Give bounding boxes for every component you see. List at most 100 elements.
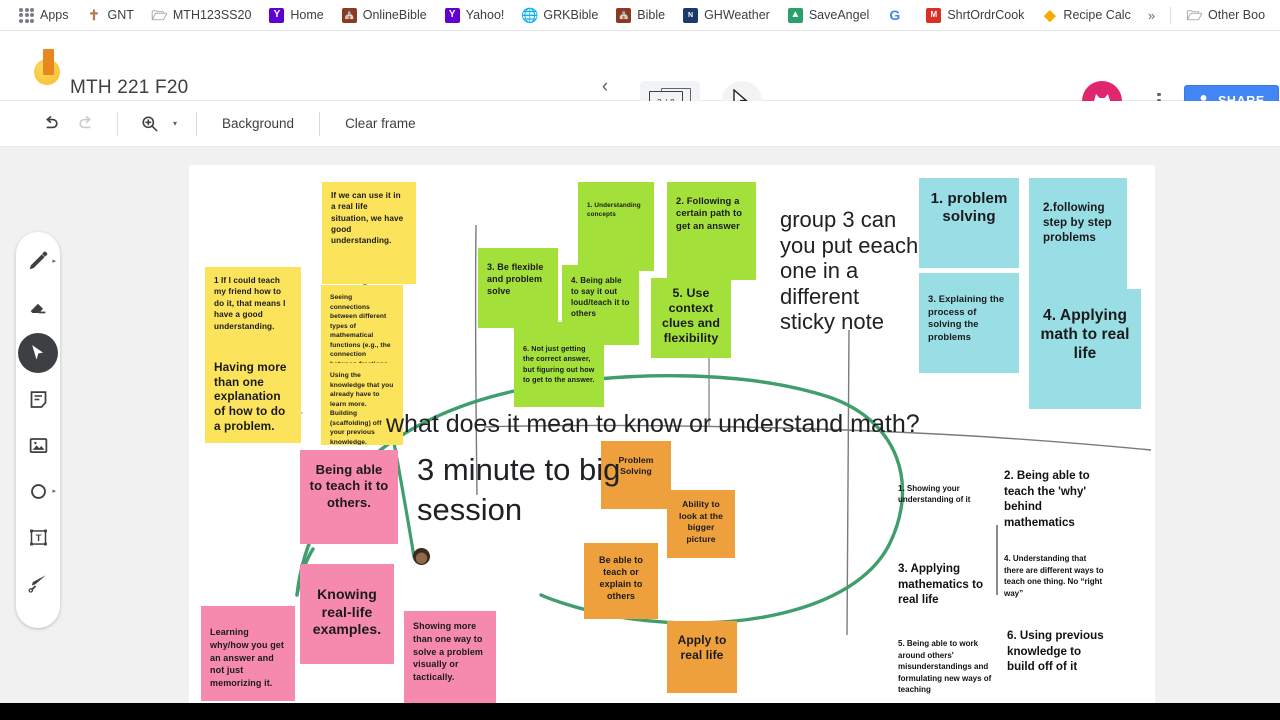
canvas-text[interactable]: 1. Showing your understanding of it bbox=[898, 483, 996, 505]
sticky-note-text: 5. Use context clues and flexibility bbox=[661, 286, 721, 346]
sticky-note-text: Apply to real life bbox=[677, 633, 727, 662]
bookmark-gnt[interactable]: ✝ GNT bbox=[78, 6, 143, 25]
sticky-note[interactable]: 6. Not just getting the correct answer, … bbox=[514, 322, 604, 407]
sticky-note[interactable]: Apply to real life bbox=[667, 621, 737, 693]
sticky-note-text: Showing more than one way to solve a pro… bbox=[413, 621, 484, 683]
bookmark-google[interactable]: G bbox=[878, 6, 917, 25]
page-title[interactable]: MTH 221 F20 bbox=[70, 77, 188, 99]
cross-icon: ✝ bbox=[88, 7, 100, 23]
bookmark-label: SaveAngel bbox=[808, 8, 870, 22]
sidebar-item-image-tool[interactable] bbox=[18, 425, 58, 465]
sticky-note[interactable]: 5. Use context clues and flexibility bbox=[651, 278, 731, 358]
bookmark-label: Recipe Calc bbox=[1063, 8, 1131, 22]
sidebar-item-sticky-note-tool[interactable] bbox=[18, 379, 58, 419]
sidebar-item-shape-tool[interactable]: ▸ bbox=[18, 471, 58, 511]
canvas-text-content: 6. Using previous knowledge to build off… bbox=[1007, 629, 1104, 674]
google-g-icon: G bbox=[889, 7, 901, 23]
sidebar-item-laser-tool[interactable] bbox=[18, 563, 58, 603]
sticky-note[interactable]: Learning why/how you get an answer and n… bbox=[201, 606, 295, 701]
sidebar-item-eraser-tool[interactable] bbox=[18, 287, 58, 327]
sticky-note[interactable]: 3. Explaining the process of solving the… bbox=[919, 273, 1019, 373]
canvas-text[interactable]: 2. Being able to teach the 'why' behind … bbox=[1004, 468, 1112, 531]
jamboard-logo-icon bbox=[30, 47, 66, 85]
canvas-text[interactable]: 5. Being able to work around others' mis… bbox=[898, 638, 1002, 696]
sidebar-item-pen-tool[interactable]: ▸ bbox=[18, 241, 58, 281]
sticky-note[interactable]: 3. Be flexible and problem solve bbox=[478, 248, 558, 328]
bookmark-shrtordrcook[interactable]: M ShrtOrdrCook bbox=[917, 6, 1033, 25]
canvas-text-content: 3 minute to big session bbox=[417, 452, 621, 528]
previous-frame-button[interactable]: ‹ bbox=[592, 74, 618, 100]
menu-card-icon: M bbox=[926, 7, 942, 23]
bible-door-icon: ⛪ bbox=[341, 7, 357, 23]
sticky-note[interactable]: Having more than one explanation of how … bbox=[205, 347, 301, 443]
bookmark-apps[interactable]: Apps bbox=[10, 6, 78, 25]
tool-rail: ▸ ▸ T bbox=[16, 232, 60, 628]
canvas-stage: ▸ ▸ T If we can use it in a real life si… bbox=[0, 147, 1280, 709]
pen-options-caret[interactable]: ▸ bbox=[52, 257, 56, 265]
bookmark-other-bookmarks[interactable]: 🗁 Other Boo bbox=[1178, 6, 1274, 25]
sticky-note-text: Seeing connections between different typ… bbox=[330, 294, 391, 367]
diamond-icon: ◆ bbox=[1044, 6, 1056, 24]
edit-toolbar: ▾ Background Clear frame bbox=[0, 101, 1280, 147]
undo-button[interactable] bbox=[32, 106, 68, 142]
zoom-dropdown-caret[interactable]: ▾ bbox=[167, 119, 183, 128]
canvas-text[interactable]: 3 minute to big session bbox=[417, 450, 687, 531]
zoom-button[interactable] bbox=[131, 106, 167, 142]
bookmark-recipe-calc[interactable]: ◆ Recipe Calc bbox=[1033, 6, 1139, 25]
sticky-note[interactable]: Showing more than one way to solve a pro… bbox=[404, 611, 496, 705]
bookmark-label: GRKBible bbox=[543, 8, 599, 22]
bookmark-label: OnlineBible bbox=[362, 8, 427, 22]
bookmark-label: Home bbox=[290, 8, 324, 22]
redo-button[interactable] bbox=[68, 106, 104, 142]
clear-frame-button[interactable]: Clear frame bbox=[333, 109, 428, 138]
bookmark-grkbible[interactable]: 🌐 GRKBible bbox=[513, 6, 607, 25]
sidebar-item-select-tool[interactable] bbox=[18, 333, 58, 373]
bookmark-ghweather[interactable]: N GHWeather bbox=[674, 6, 779, 25]
sidebar-item-text-box-tool[interactable]: T bbox=[18, 517, 58, 557]
sticky-note[interactable]: Being able to teach it to others. bbox=[300, 450, 398, 544]
shape-options-caret[interactable]: ▸ bbox=[52, 487, 56, 495]
bookmark-bible[interactable]: ⛪ Bible bbox=[607, 6, 674, 25]
canvas-text-content: 3. Applying mathematics to real life bbox=[898, 562, 984, 607]
sticky-note-text: Having more than one explanation of how … bbox=[214, 360, 287, 433]
canvas-text-content: what does it mean to know or understand … bbox=[386, 410, 920, 438]
bookmark-yahoo[interactable]: Y Yahoo! bbox=[436, 6, 514, 25]
bookmarks-overflow-button[interactable]: » bbox=[1140, 6, 1163, 25]
sticky-note-text: Knowing real-life examples. bbox=[312, 586, 382, 638]
toolbar-divider bbox=[319, 111, 321, 136]
cursor-icon bbox=[32, 345, 43, 360]
jamboard-canvas[interactable]: If we can use it in a real life situatio… bbox=[189, 165, 1155, 709]
sticky-note-text: 2.following step by step problems bbox=[1043, 201, 1112, 245]
bookmark-saveangel[interactable]: ▲ SaveAngel bbox=[779, 6, 878, 25]
svg-text:T: T bbox=[35, 533, 41, 544]
canvas-text[interactable]: what does it mean to know or understand … bbox=[386, 410, 1086, 439]
bookmark-mth123ss20[interactable]: 🗁 MTH123SS20 bbox=[143, 6, 261, 25]
sticky-note[interactable]: 1. problem solving bbox=[919, 178, 1019, 268]
bookmark-label: Other Boo bbox=[1208, 8, 1266, 22]
sticky-note[interactable]: 2.following step by step problems bbox=[1029, 178, 1127, 293]
sticky-note-text: Learning why/how you get an answer and n… bbox=[210, 627, 285, 689]
bible-door-icon: ⛪ bbox=[616, 7, 632, 23]
canvas-text[interactable]: group 3 can you put eeach one in a diffe… bbox=[780, 207, 920, 335]
sticky-note-text: 3. Be flexible and problem solve bbox=[487, 262, 544, 297]
canvas-text-content: 2. Being able to teach the 'why' behind … bbox=[1004, 469, 1090, 529]
background-button[interactable]: Background bbox=[210, 109, 306, 138]
canvas-text-content: 4. Understanding that there are differen… bbox=[1004, 554, 1104, 598]
sticky-note[interactable]: 4. Applying math to real life bbox=[1029, 289, 1141, 409]
sticky-note[interactable]: Be able to teach or explain to others bbox=[584, 543, 658, 619]
sticky-note[interactable]: 1. Understanding concepts bbox=[578, 182, 654, 271]
eraser-icon bbox=[30, 303, 46, 314]
sticky-note-icon bbox=[30, 390, 46, 408]
canvas-text[interactable]: 4. Understanding that there are differen… bbox=[1004, 553, 1104, 599]
bookmark-label: GHWeather bbox=[704, 8, 770, 22]
sticky-note[interactable]: 2. Following a certain path to get an an… bbox=[667, 182, 756, 280]
canvas-text[interactable]: 6. Using previous knowledge to build off… bbox=[1007, 628, 1107, 675]
canvas-text[interactable]: 3. Applying mathematics to real life bbox=[898, 561, 998, 608]
sticky-note-text: Being able to teach it to others. bbox=[309, 462, 389, 510]
bookmark-onlinebible[interactable]: ⛪ OnlineBible bbox=[333, 6, 436, 25]
sticky-note[interactable]: Knowing real-life examples. bbox=[300, 564, 394, 664]
bookmark-home[interactable]: Y Home bbox=[260, 6, 332, 25]
sticky-note[interactable]: Seeing connections between different typ… bbox=[321, 285, 403, 367]
zoom-icon bbox=[141, 116, 157, 132]
sticky-note[interactable]: If we can use it in a real life situatio… bbox=[322, 182, 416, 284]
